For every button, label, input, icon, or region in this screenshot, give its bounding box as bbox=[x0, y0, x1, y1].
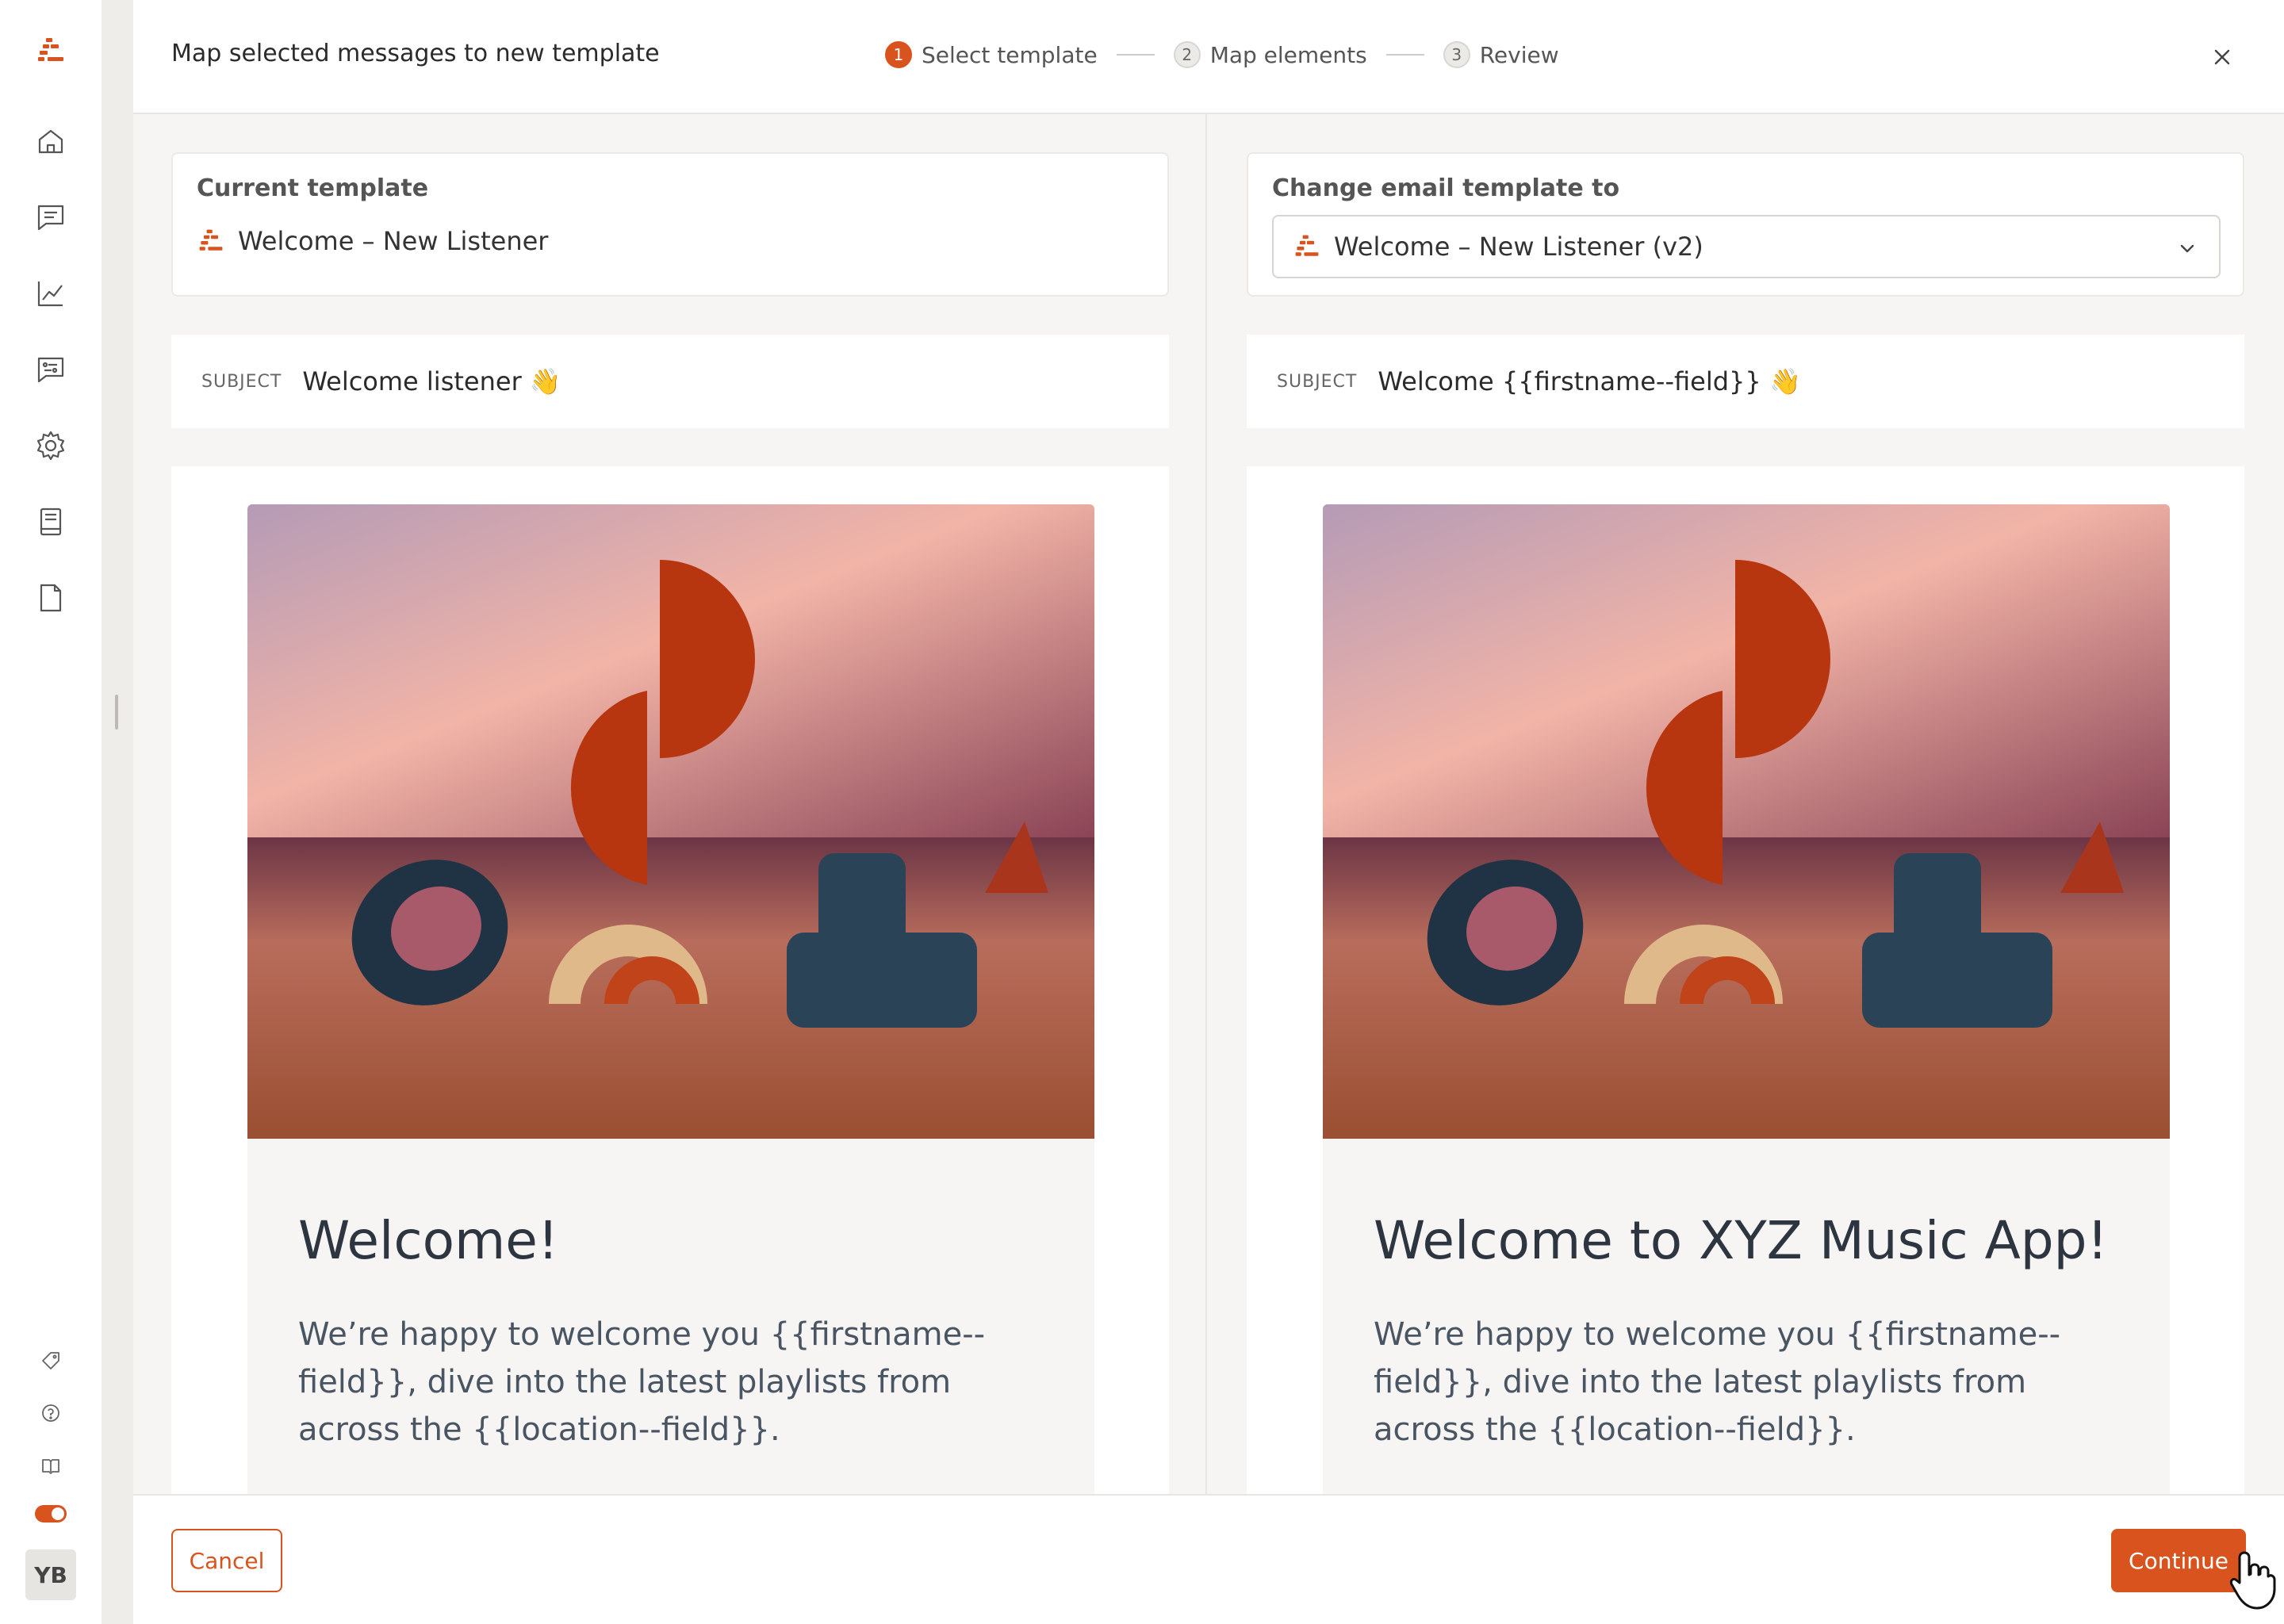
email-heading: Welcome! bbox=[298, 1210, 559, 1271]
current-template-column: Current template Welcome – New Listener … bbox=[171, 152, 1169, 1494]
step-select-template[interactable]: 1 Select template bbox=[885, 41, 1098, 68]
analytics-icon[interactable] bbox=[32, 276, 70, 311]
template-select[interactable]: Welcome – New Listener (v2) bbox=[1272, 215, 2221, 278]
step-label: Select template bbox=[922, 41, 1098, 68]
templates-icon[interactable] bbox=[32, 352, 70, 387]
docs-icon[interactable] bbox=[38, 1453, 63, 1478]
home-icon[interactable] bbox=[32, 124, 70, 159]
book-icon[interactable] bbox=[32, 504, 70, 539]
sidebar: YB bbox=[0, 0, 102, 1624]
new-template-label: Change email template to bbox=[1272, 174, 1620, 202]
step-number: 2 bbox=[1173, 41, 1201, 68]
current-template-label: Current template bbox=[197, 174, 429, 202]
subject-value: Welcome listener 👋 bbox=[302, 366, 561, 396]
email-text: We’re happy to welcome you {{firstname--… bbox=[1374, 1316, 2061, 1448]
modal-footer: Cancel Continue bbox=[133, 1494, 2284, 1624]
selected-template-name: Welcome – New Listener (v2) bbox=[1334, 232, 1703, 262]
current-template-name: Welcome – New Listener bbox=[238, 226, 549, 256]
hero-image bbox=[247, 504, 1094, 1139]
modal-title: Map selected messages to new template bbox=[171, 40, 660, 67]
modal-header: Map selected messages to new template 1 … bbox=[133, 0, 2284, 114]
step-number: 1 bbox=[885, 41, 912, 68]
settings-icon[interactable] bbox=[32, 428, 70, 463]
new-template-column: Change email template to Welcome – New L… bbox=[1247, 152, 2244, 1494]
step-review[interactable]: 3 Review bbox=[1443, 41, 1559, 68]
messages-icon[interactable] bbox=[32, 200, 70, 235]
help-icon[interactable] bbox=[38, 1400, 63, 1426]
map-template-modal: Map selected messages to new template 1 … bbox=[133, 0, 2284, 1624]
step-connector bbox=[1385, 54, 1424, 56]
chevron-down-icon bbox=[2180, 244, 2194, 253]
cancel-button[interactable]: Cancel bbox=[171, 1529, 282, 1592]
current-email-preview: Welcome! We’re happy to welcome you {{fi… bbox=[171, 466, 1169, 1494]
email-heading: Welcome to XYZ Music App! bbox=[1374, 1210, 2108, 1271]
continue-button[interactable]: Continue bbox=[2111, 1529, 2246, 1592]
new-subject: SUBJECT Welcome {{firstname--field}} 👋 bbox=[1247, 335, 2244, 428]
template-logo-icon bbox=[197, 227, 225, 255]
step-label: Review bbox=[1479, 41, 1559, 68]
template-logo-icon bbox=[1293, 232, 1321, 261]
email-text: We’re happy to welcome you {{firstname--… bbox=[298, 1316, 986, 1448]
document-icon[interactable] bbox=[32, 580, 70, 615]
subject-value: Welcome {{firstname--field}} 👋 bbox=[1378, 366, 1801, 396]
subject-label: SUBJECT bbox=[201, 371, 282, 392]
subject-label: SUBJECT bbox=[1277, 371, 1358, 392]
new-template-card: Change email template to Welcome – New L… bbox=[1247, 152, 2244, 297]
step-number: 3 bbox=[1443, 41, 1470, 68]
sidebar-bottom: YB bbox=[0, 1348, 102, 1600]
hand-cursor-icon bbox=[2229, 1551, 2276, 1610]
stepper: 1 Select template 2 Map elements 3 Revie… bbox=[885, 41, 1559, 68]
sidebar-gutter bbox=[102, 0, 133, 1624]
comparison-columns: Current template Welcome – New Listener … bbox=[133, 114, 2284, 1494]
sidebar-nav bbox=[32, 124, 70, 615]
step-connector bbox=[1116, 54, 1155, 56]
new-email-preview: Welcome to XYZ Music App! We’re happy to… bbox=[1247, 466, 2244, 1494]
brand-logo[interactable] bbox=[35, 35, 67, 67]
step-map-elements[interactable]: 2 Map elements bbox=[1173, 41, 1367, 68]
current-subject: SUBJECT Welcome listener 👋 bbox=[171, 335, 1169, 428]
close-icon[interactable] bbox=[2208, 43, 2236, 71]
email-body: Welcome! We’re happy to welcome you {{fi… bbox=[247, 1139, 1094, 1494]
current-template-card: Current template Welcome – New Listener bbox=[171, 152, 1169, 297]
step-label: Map elements bbox=[1209, 41, 1367, 68]
email-body: Welcome to XYZ Music App! We’re happy to… bbox=[1323, 1139, 2170, 1494]
theme-toggle[interactable] bbox=[35, 1505, 67, 1522]
resize-handle[interactable] bbox=[115, 695, 118, 730]
avatar[interactable]: YB bbox=[25, 1549, 76, 1600]
column-divider bbox=[1205, 114, 1207, 1494]
hero-image bbox=[1323, 504, 2170, 1139]
current-template-value: Welcome – New Listener bbox=[197, 226, 1144, 256]
tag-icon[interactable] bbox=[38, 1348, 63, 1373]
